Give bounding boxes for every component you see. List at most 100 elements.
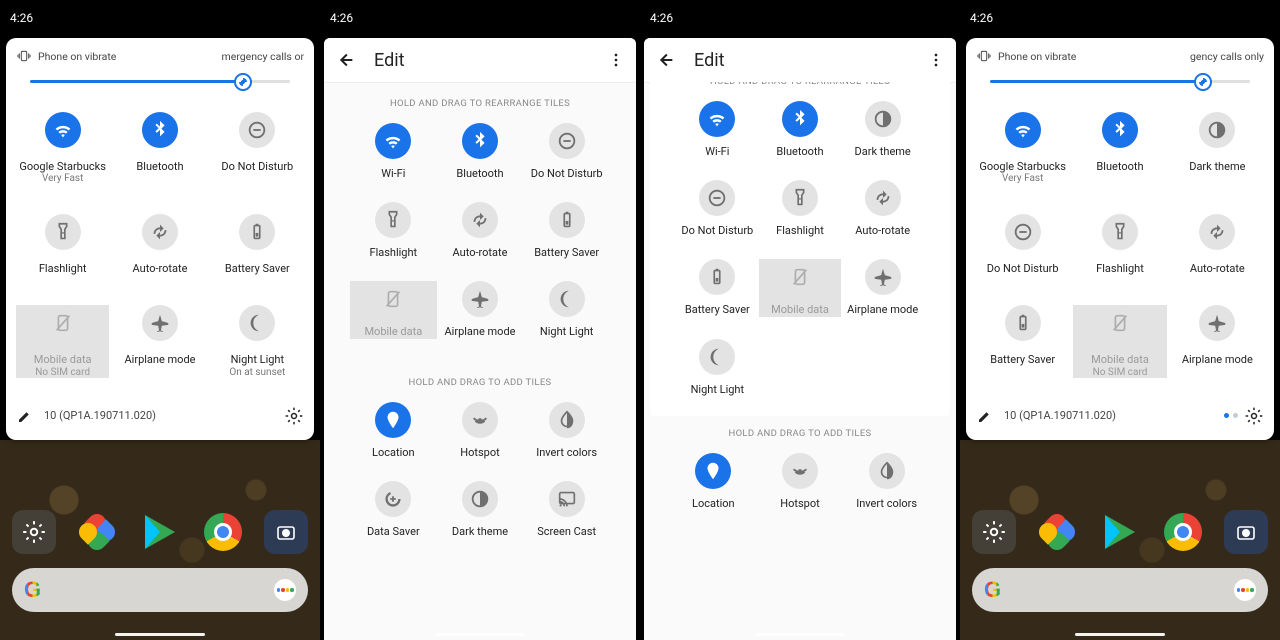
app-icon-settings[interactable] [12,510,56,554]
tile-airplane[interactable]: Airplane mode [841,259,924,316]
tile-battery[interactable]: Battery Saver [211,214,304,275]
dnd-icon [1005,214,1041,250]
wifi-icon [45,112,81,148]
tile-mobiledata[interactable]: Mobile data [759,259,842,316]
tile-cast[interactable]: Screen Cast [523,481,610,538]
app-icon-camera[interactable] [1224,510,1268,554]
tile-datasaver[interactable]: Data Saver [350,481,437,538]
app-icon-photos[interactable] [75,510,119,554]
datasaver-icon [375,481,411,517]
tile-label: Invert colors [856,497,917,510]
tile-label: Mobile data [364,325,422,338]
tile-battery[interactable]: Battery Saver [676,259,759,316]
search-bar[interactable]: G [12,568,308,612]
tile-airplane[interactable]: Airplane mode [1171,305,1264,377]
tile-bluetooth[interactable]: Bluetooth [1073,112,1166,184]
app-icon-play[interactable] [138,510,182,554]
tile-airplane[interactable]: Airplane mode [437,281,524,338]
tile-bluetooth[interactable]: Bluetooth [437,123,524,180]
tile-flashlight[interactable]: Flashlight [759,180,842,237]
app-icon-chrome[interactable] [1161,510,1205,554]
tile-mobiledata[interactable]: Mobile dataNo SIM card [1073,305,1166,377]
mobiledata-icon [375,281,411,317]
tile-hotspot[interactable]: Hotspot [437,402,524,459]
brightness-slider[interactable] [978,70,1262,94]
tile-label: Auto-rotate [133,262,188,275]
ringer-label: Phone on vibrate [38,50,116,63]
build-label[interactable]: 10 (QP1A.190711.020) [1004,409,1218,422]
location-icon [695,453,731,489]
assistant-icon[interactable] [1234,579,1256,601]
app-icon-camera[interactable] [264,510,308,554]
gear-icon[interactable] [1244,406,1264,426]
battery-icon [549,202,585,238]
tile-label: Bluetooth [1096,160,1143,173]
ringer-status[interactable]: Phone on vibrate [16,48,116,64]
tile-nightlight[interactable]: Night Light [676,339,759,396]
tile-flashlight[interactable]: Flashlight [350,202,437,259]
tile-airplane[interactable]: Airplane mode [113,305,206,377]
tile-mobiledata[interactable]: Mobile dataNo SIM card [16,305,109,377]
tile-label: Bluetooth [776,145,823,158]
tile-bluetooth[interactable]: Bluetooth [759,101,842,158]
tile-sublabel: Very Fast [1002,173,1043,184]
tile-wifi[interactable]: Wi-Fi [350,123,437,180]
nav-handle[interactable] [755,633,845,636]
nav-handle[interactable] [1075,633,1165,636]
app-icon-photos[interactable] [1035,510,1079,554]
tile-label: Night Light [691,383,745,396]
tile-battery[interactable]: Battery Saver [976,305,1069,377]
status-bar: 4:26 [0,0,320,36]
tile-dnd[interactable]: Do Not Disturb [976,214,1069,275]
back-icon[interactable] [334,49,356,71]
back-icon[interactable] [654,49,676,71]
tile-dnd[interactable]: Do Not Disturb [523,123,610,180]
tile-autorotate[interactable]: Auto-rotate [113,214,206,275]
tile-invert[interactable]: Invert colors [523,402,610,459]
tile-flashlight[interactable]: Flashlight [1073,214,1166,275]
bluetooth-icon [142,112,178,148]
nav-handle[interactable] [435,633,525,636]
tile-nightlight[interactable]: Night LightOn at sunset [211,305,304,377]
ringer-status[interactable]: Phone on vibrate [976,48,1076,64]
app-icon-play[interactable] [1098,510,1142,554]
build-label[interactable]: 10 (QP1A.190711.020) [44,409,284,422]
edit-icon[interactable] [976,407,994,425]
tile-dnd[interactable]: Do Not Disturb [211,112,304,184]
app-icon-chrome[interactable] [201,510,245,554]
tile-sublabel: On at sunset [229,367,285,378]
emergency-label: mergency calls or [222,50,304,63]
assistant-icon[interactable] [274,579,296,601]
tile-mobiledata[interactable]: Mobile data [350,281,437,338]
autorotate-icon [865,180,901,216]
tile-nightlight[interactable]: Night Light [523,281,610,338]
more-icon[interactable] [606,50,626,70]
hint-rearrange: HOLD AND DRAG TO REARRANGE TILES [650,82,950,87]
gear-icon[interactable] [284,406,304,426]
edit-icon[interactable] [16,407,34,425]
tile-autorotate[interactable]: Auto-rotate [841,180,924,237]
tile-autorotate[interactable]: Auto-rotate [1171,214,1264,275]
tile-darktheme[interactable]: Dark theme [841,101,924,158]
nav-handle[interactable] [115,633,205,636]
tile-location[interactable]: Location [670,453,757,510]
brightness-slider[interactable] [18,70,302,94]
tile-battery[interactable]: Battery Saver [523,202,610,259]
tile-bluetooth[interactable]: Bluetooth [113,112,206,184]
tile-wifi[interactable]: Wi-Fi [676,101,759,158]
tile-location[interactable]: Location [350,402,437,459]
tile-autorotate[interactable]: Auto-rotate [437,202,524,259]
app-icon-settings[interactable] [972,510,1016,554]
more-icon[interactable] [926,50,946,70]
tile-wifi[interactable]: Google StarbucksVery Fast [976,112,1069,184]
tile-flashlight[interactable]: Flashlight [16,214,109,275]
tile-darktheme[interactable]: Dark theme [437,481,524,538]
search-bar[interactable]: G [972,568,1268,612]
tile-dnd[interactable]: Do Not Disturb [676,180,759,237]
tile-label: Battery Saver [225,262,290,275]
tile-darktheme[interactable]: Dark theme [1171,112,1264,184]
wifi-icon [1005,112,1041,148]
tile-wifi[interactable]: Google StarbucksVery Fast [16,112,109,184]
tile-invert[interactable]: Invert colors [843,453,930,510]
tile-hotspot[interactable]: Hotspot [757,453,844,510]
